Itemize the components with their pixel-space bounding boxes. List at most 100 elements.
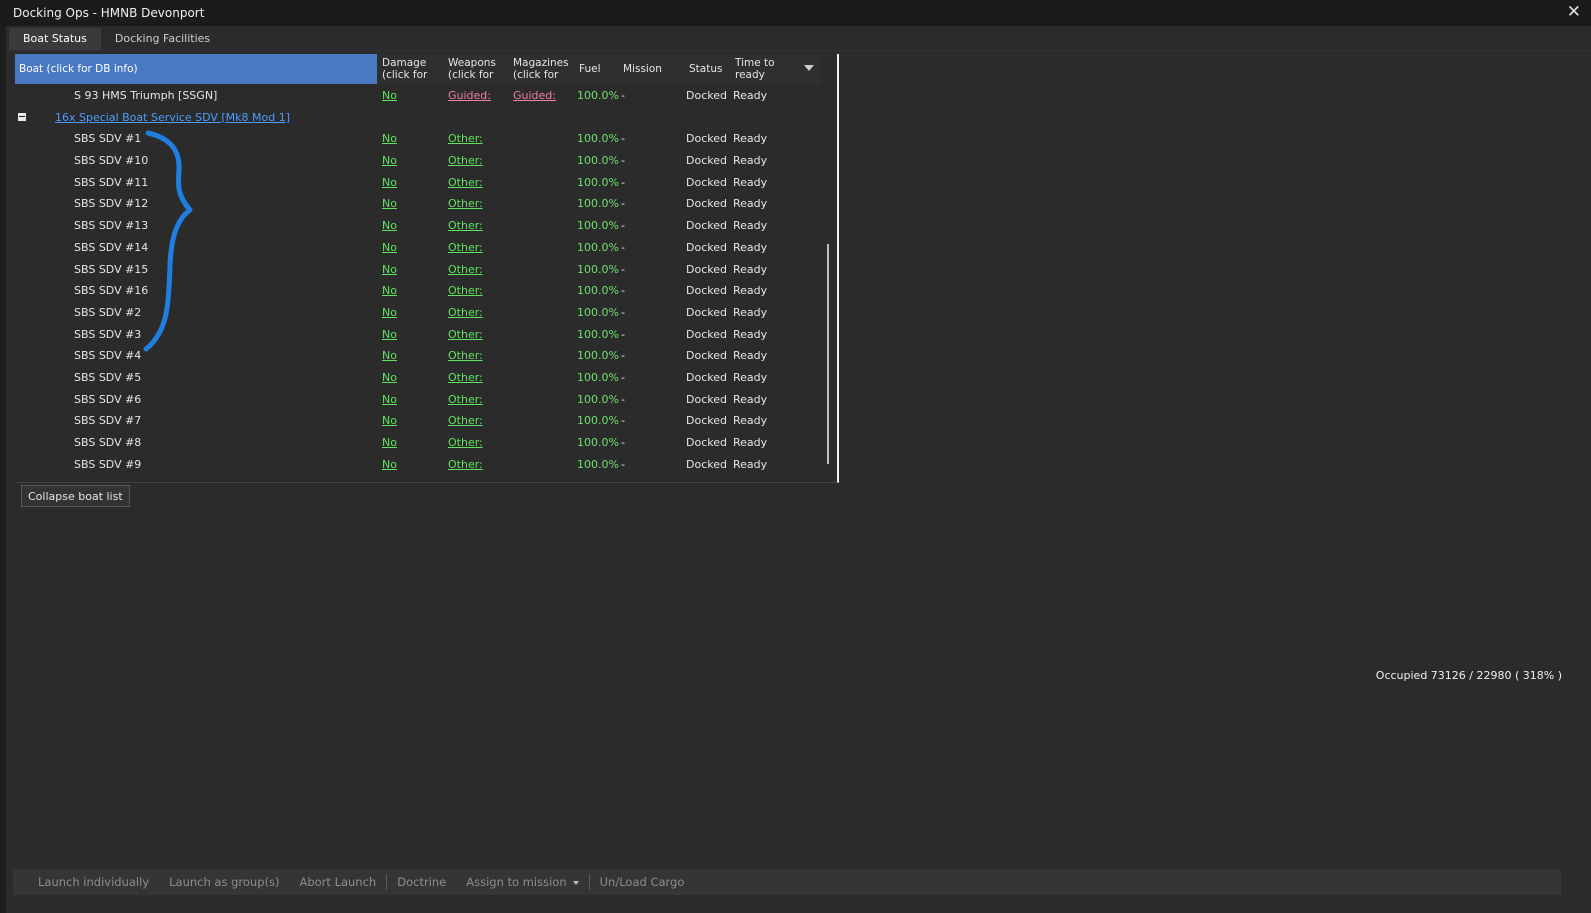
table-row[interactable]: SBS SDV #10 No Other: 100.0% - Docked Ready (15, 150, 820, 172)
table-row[interactable]: SBS SDV #2 No Other: 100.0% - Docked Ready (15, 302, 820, 324)
weapons-link[interactable]: Other: (448, 367, 483, 389)
damage-link[interactable]: No (382, 367, 397, 389)
header-damage[interactable]: Damage (click for (382, 54, 444, 84)
fuel-value: 100.0% (577, 154, 619, 168)
group-row[interactable]: 16x Special Boat Service SDV [Mk8 Mod 1] (15, 107, 820, 129)
group-name-link[interactable]: 16x Special Boat Service SDV [Mk8 Mod 1] (55, 107, 290, 129)
boat-name: SBS SDV #2 (74, 305, 142, 319)
occupied-capacity: Occupied 73126 / 22980 ( 318% ) (1375, 669, 1562, 682)
damage-link[interactable]: No (382, 324, 397, 346)
header-magazines[interactable]: Magazines (click for (513, 54, 575, 84)
weapons-link[interactable]: Other: (448, 389, 483, 411)
damage-link[interactable]: No (382, 302, 397, 324)
column-dropdown-icon[interactable] (804, 65, 814, 71)
table-row[interactable]: SBS SDV #13 No Other: 100.0% - Docked Ready (15, 215, 820, 237)
status-value: Docked (686, 370, 727, 384)
weapons-link[interactable]: Other: (448, 193, 483, 215)
header-status[interactable]: Status (689, 54, 733, 84)
weapons-link[interactable]: Other: (448, 345, 483, 367)
mission-value: - (621, 175, 625, 189)
damage-link[interactable]: No (382, 345, 397, 367)
table-row[interactable]: SBS SDV #14 No Other: 100.0% - Docked Ready (15, 237, 820, 259)
damage-link[interactable]: No (382, 410, 397, 432)
weapons-link[interactable]: Other: (448, 150, 483, 172)
table-row[interactable]: SBS SDV #4 No Other: 100.0% - Docked Ready (15, 345, 820, 367)
collapse-icon[interactable] (18, 112, 26, 121)
table-row[interactable]: SBS SDV #11 No Other: 100.0% - Docked Ready (15, 172, 820, 194)
launch-individually-button[interactable]: Launch individually (13, 875, 159, 889)
table-row[interactable]: S 93 HMS Triumph [SSGN] No Guided: Guide… (15, 85, 820, 107)
weapons-link[interactable]: Other: (448, 432, 483, 454)
header-boat[interactable]: Boat (click for DB info) (15, 54, 377, 84)
table-row[interactable]: SBS SDV #3 No Other: 100.0% - Docked Ready (15, 324, 820, 346)
mission-value: - (621, 240, 625, 254)
damage-link[interactable]: No (382, 237, 397, 259)
weapons-link[interactable]: Other: (448, 259, 483, 281)
mission-value: - (621, 370, 625, 384)
table-row[interactable]: SBS SDV #8 No Other: 100.0% - Docked Ready (15, 432, 820, 454)
tab-boat-status[interactable]: Boat Status (9, 28, 101, 50)
status-value: Docked (686, 284, 727, 298)
weapons-link[interactable]: Other: (448, 215, 483, 237)
table-row[interactable]: SBS SDV #16 No Other: 100.0% - Docked Ready (15, 280, 820, 302)
header-time-to-ready[interactable]: Time to ready (735, 54, 795, 84)
doctrine-button[interactable]: Doctrine (387, 875, 456, 889)
table-row[interactable]: SBS SDV #7 No Other: 100.0% - Docked Ready (15, 410, 820, 432)
weapons-link[interactable]: Guided: (448, 85, 491, 107)
damage-link[interactable]: No (382, 172, 397, 194)
magazines-link[interactable]: Guided: (513, 85, 556, 107)
unload-cargo-button[interactable]: Un/Load Cargo (590, 875, 695, 889)
weapons-link[interactable]: Other: (448, 302, 483, 324)
tab-docking-facilities[interactable]: Docking Facilities (101, 28, 224, 50)
header-fuel[interactable]: Fuel (579, 54, 619, 84)
fuel-value: 100.0% (577, 457, 619, 471)
damage-link[interactable]: No (382, 215, 397, 237)
time-to-ready-value: Ready (733, 262, 768, 276)
boat-name: SBS SDV #10 (74, 154, 149, 168)
weapons-link[interactable]: Other: (448, 237, 483, 259)
abort-launch-button[interactable]: Abort Launch (289, 875, 386, 889)
status-value: Docked (686, 197, 727, 211)
damage-link[interactable]: No (382, 128, 397, 150)
table-row[interactable]: SBS SDV #1 No Other: 100.0% - Docked Ready (15, 128, 820, 150)
launch-as-group-button[interactable]: Launch as group(s) (159, 875, 289, 889)
weapons-link[interactable]: Other: (448, 324, 483, 346)
weapons-link[interactable]: Other: (448, 128, 483, 150)
caret-down-icon (572, 880, 579, 885)
status-value: Docked (686, 262, 727, 276)
header-ttr-line2: ready (735, 69, 765, 81)
boat-grid: Boat (click for DB info) Damage (click f… (15, 54, 839, 483)
header-weapons[interactable]: Weapons (click for (448, 54, 510, 84)
damage-link[interactable]: No (382, 85, 397, 107)
boat-name: SBS SDV #12 (74, 197, 149, 211)
header-damage-line2: (click for (382, 69, 428, 81)
time-to-ready-value: Ready (733, 240, 768, 254)
vertical-scrollbar[interactable] (827, 244, 829, 464)
damage-link[interactable]: No (382, 280, 397, 302)
table-row[interactable]: SBS SDV #6 No Other: 100.0% - Docked Ready (15, 389, 820, 411)
damage-link[interactable]: No (382, 259, 397, 281)
fuel-value: 100.0% (577, 197, 619, 211)
weapons-link[interactable]: Other: (448, 280, 483, 302)
boat-name: SBS SDV #5 (74, 370, 142, 384)
damage-link[interactable]: No (382, 150, 397, 172)
weapons-link[interactable]: Other: (448, 454, 483, 476)
damage-link[interactable]: No (382, 193, 397, 215)
damage-link[interactable]: No (382, 454, 397, 476)
status-value: Docked (686, 132, 727, 146)
collapse-boat-list-button[interactable]: Collapse boat list (21, 485, 130, 507)
assign-to-mission-button[interactable]: Assign to mission (456, 875, 588, 889)
time-to-ready-value: Ready (733, 414, 768, 428)
table-row[interactable]: SBS SDV #9 No Other: 100.0% - Docked Ready (15, 454, 820, 476)
header-mission[interactable]: Mission (623, 54, 683, 84)
mission-value: - (621, 436, 625, 449)
close-icon[interactable]: ✕ (1567, 2, 1581, 22)
damage-link[interactable]: No (382, 432, 397, 454)
weapons-link[interactable]: Other: (448, 410, 483, 432)
weapons-link[interactable]: Other: (448, 172, 483, 194)
table-row[interactable]: SBS SDV #12 No Other: 100.0% - Docked Ready (15, 193, 820, 215)
table-row[interactable]: SBS SDV #15 No Other: 100.0% - Docked Ready (15, 259, 820, 281)
boat-name: SBS SDV #4 (74, 349, 142, 363)
damage-link[interactable]: No (382, 389, 397, 411)
table-row[interactable]: SBS SDV #5 No Other: 100.0% - Docked Ready (15, 367, 820, 389)
